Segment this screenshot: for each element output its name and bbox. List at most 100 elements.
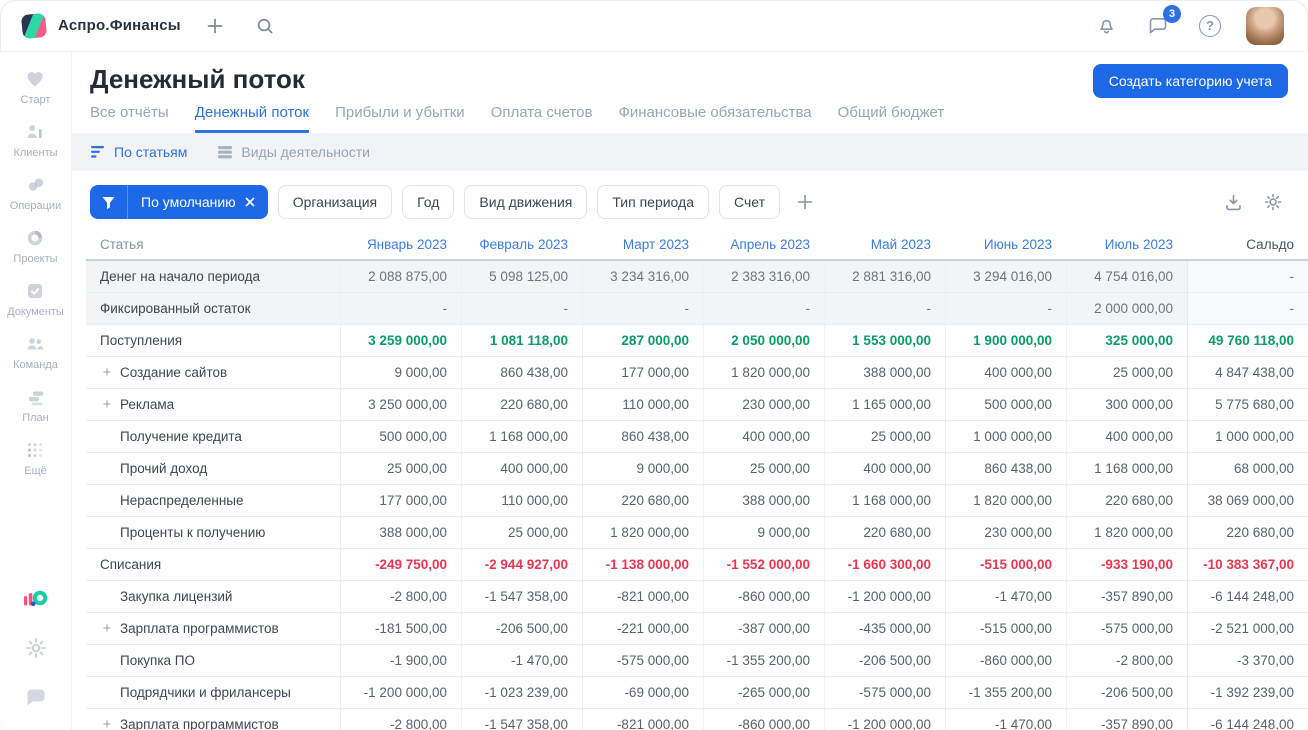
sidebar-item-documents[interactable]: Документы bbox=[7, 280, 64, 318]
value-cell: 400 000,00 bbox=[945, 357, 1066, 388]
expand-icon[interactable]: + bbox=[100, 397, 114, 412]
tab-cash-flow[interactable]: Денежный поток bbox=[194, 104, 310, 133]
column-header-saldo: Сальдо bbox=[1246, 236, 1294, 252]
table-row[interactable]: + Зарплата программистов -2 800,00 -1 547 3… bbox=[86, 709, 1308, 730]
row-label: + Зарплата программистов bbox=[86, 709, 340, 730]
table-row[interactable]: Получение кредита 500 000,00 1 168 000,00 8… bbox=[86, 421, 1308, 453]
column-header-article: Статья bbox=[100, 236, 144, 252]
filter-chip-period-type[interactable]: Тип периода bbox=[597, 185, 709, 219]
create-category-button[interactable]: Создать категорию учета bbox=[1092, 64, 1288, 98]
expand-icon[interactable]: + bbox=[100, 621, 114, 636]
value-cell: 1 000 000,00 bbox=[945, 421, 1066, 452]
column-header-month[interactable]: Март 2023 bbox=[582, 237, 703, 252]
column-header-month[interactable]: Январь 2023 bbox=[340, 237, 461, 252]
saldo-cell: 4 847 438,00 bbox=[1187, 357, 1308, 388]
value-cell: - bbox=[340, 293, 461, 324]
row-label: Прочий доход bbox=[120, 461, 208, 476]
subtab-by-articles[interactable]: По статьям bbox=[90, 144, 187, 160]
close-icon[interactable] bbox=[245, 197, 255, 207]
messages-icon[interactable]: 3 bbox=[1142, 4, 1181, 42]
value-cell: -2 800,00 bbox=[340, 709, 461, 730]
value-cell: 110 000,00 bbox=[461, 485, 582, 516]
value-cell: 3 234 316,00 bbox=[582, 261, 703, 292]
app-logo-icon bbox=[20, 12, 48, 39]
tab-general-budget[interactable]: Общий бюджет bbox=[838, 104, 945, 133]
aspro-product-logo-icon[interactable] bbox=[23, 590, 49, 610]
table-settings-gear-icon[interactable] bbox=[1258, 187, 1288, 217]
saldo-cell: 68 000,00 bbox=[1187, 453, 1308, 484]
table-row[interactable]: + Зарплата программистов -181 500,00 -206 5… bbox=[86, 613, 1308, 645]
sidebar-item-start[interactable]: Старт bbox=[21, 68, 50, 106]
row-label: + Создание сайтов bbox=[86, 357, 340, 388]
column-header-month[interactable]: Февраль 2023 bbox=[461, 237, 582, 252]
donut-icon bbox=[28, 230, 43, 246]
table-row[interactable]: Покупка ПО -1 900,00 -1 470,00 -575 000,00-… bbox=[86, 645, 1308, 677]
row-label: Закупка лицензий bbox=[120, 589, 233, 604]
notifications-bell-icon[interactable] bbox=[1090, 10, 1122, 42]
filter-chip-movement-type[interactable]: Вид движения bbox=[464, 185, 588, 219]
table-row[interactable]: Закупка лицензий -2 800,00 -1 547 358,00 -8… bbox=[86, 581, 1308, 613]
value-cell: -69 000,00 bbox=[582, 677, 703, 708]
value-cell: 25 000,00 bbox=[703, 453, 824, 484]
support-chat-icon[interactable] bbox=[24, 686, 48, 708]
filter-chip-organization[interactable]: Организация bbox=[277, 185, 393, 219]
expand-icon[interactable]: + bbox=[100, 365, 114, 380]
list-icon bbox=[218, 146, 233, 159]
column-header-month[interactable]: Июнь 2023 bbox=[945, 237, 1066, 252]
subtab-activity-types[interactable]: Виды деятельности bbox=[217, 144, 370, 160]
add-filter-icon[interactable] bbox=[790, 185, 820, 219]
value-cell: 1 900 000,00 bbox=[945, 325, 1066, 356]
tab-all-reports[interactable]: Все отчёты bbox=[90, 104, 169, 133]
sidebar-item-plan[interactable]: План bbox=[22, 386, 49, 424]
value-cell: 2 881 316,00 bbox=[824, 261, 945, 292]
sidebar-item-team[interactable]: Команда bbox=[13, 333, 58, 371]
search-icon[interactable] bbox=[249, 10, 281, 42]
help-icon[interactable]: ? bbox=[1194, 10, 1226, 42]
table-row[interactable]: Подрядчики и фрилансеры -1 200 000,00 -1 0… bbox=[86, 677, 1308, 709]
value-cell: -515 000,00 bbox=[945, 549, 1066, 580]
value-cell: 230 000,00 bbox=[703, 389, 824, 420]
table-row[interactable]: Фиксированный остаток - - - - - -2 000 000,00- bbox=[86, 293, 1308, 325]
main-content: Денежный поток Создать категорию учета В… bbox=[72, 52, 1308, 730]
table-row[interactable]: Списания -249 750,00 -2 944 927,00 -1 138 0… bbox=[86, 549, 1308, 581]
column-header-month[interactable]: Май 2023 bbox=[824, 237, 945, 252]
value-cell: 25 000,00 bbox=[824, 421, 945, 452]
table-row[interactable]: Прочий доход 25 000,00 400 000,00 9 000,00 2… bbox=[86, 453, 1308, 485]
filter-bar: По умолчанию Организация Год Вид движени… bbox=[72, 171, 1308, 229]
table-row[interactable]: Нераспределенные 177 000,00 110 000,00 220 … bbox=[86, 485, 1308, 517]
value-cell: 400 000,00 bbox=[461, 453, 582, 484]
default-filter-chip[interactable]: По умолчанию bbox=[90, 185, 268, 219]
table-row[interactable]: Проценты к получению 388 000,00 25 000,00 1… bbox=[86, 517, 1308, 549]
filter-chip-year[interactable]: Год bbox=[402, 185, 455, 219]
value-cell: -265 000,00 bbox=[703, 677, 824, 708]
sidebar-item-clients[interactable]: Клиенты bbox=[13, 121, 58, 159]
value-cell: 220 680,00 bbox=[582, 485, 703, 516]
tab-financial-obligations[interactable]: Финансовые обязательства bbox=[618, 104, 811, 133]
sidebar-item-projects[interactable]: Проекты bbox=[13, 227, 58, 265]
saldo-cell: -2 521 000,00 bbox=[1187, 613, 1308, 644]
value-cell: -1 355 200,00 bbox=[703, 645, 824, 676]
tab-profit-loss[interactable]: Прибыли и убытки bbox=[335, 104, 465, 133]
add-icon[interactable] bbox=[199, 10, 231, 42]
value-cell: 177 000,00 bbox=[340, 485, 461, 516]
tab-invoice-payment[interactable]: Оплата счетов bbox=[491, 104, 593, 133]
team-icon bbox=[27, 338, 44, 350]
table-row[interactable]: Поступления 3 259 000,00 1 081 118,00 287 0… bbox=[86, 325, 1308, 357]
expand-icon[interactable]: + bbox=[100, 717, 114, 730]
sidebar-item-more[interactable]: Ещё bbox=[24, 439, 47, 477]
value-cell: 400 000,00 bbox=[824, 453, 945, 484]
download-icon[interactable] bbox=[1218, 187, 1248, 217]
filter-chip-account[interactable]: Счет bbox=[719, 185, 780, 219]
value-cell: -1 660 300,00 bbox=[824, 549, 945, 580]
table-row[interactable]: Денег на начало периода 2 088 875,00 5 098… bbox=[86, 261, 1308, 293]
value-cell: - bbox=[945, 293, 1066, 324]
column-header-month[interactable]: Июль 2023 bbox=[1066, 237, 1187, 252]
table-row[interactable]: + Реклама 3 250 000,00 220 680,00 110 000,00… bbox=[86, 389, 1308, 421]
row-label: Покупка ПО bbox=[120, 653, 195, 668]
user-avatar[interactable] bbox=[1246, 6, 1284, 45]
sidebar-item-operations[interactable]: Операции bbox=[10, 174, 61, 212]
column-header-month[interactable]: Апрель 2023 bbox=[703, 237, 824, 252]
settings-gear-icon[interactable] bbox=[24, 636, 48, 660]
table-row[interactable]: + Создание сайтов 9 000,00 860 438,00 177 00… bbox=[86, 357, 1308, 389]
value-cell: -181 500,00 bbox=[340, 613, 461, 644]
